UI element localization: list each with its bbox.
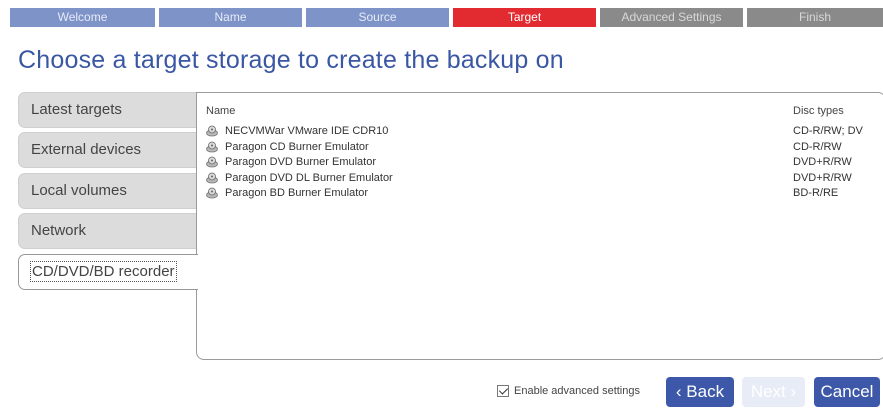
device-disc-types: DVD+R/RW (793, 156, 852, 168)
step-target: Target (453, 8, 596, 27)
tab-network[interactable]: Network (18, 213, 196, 249)
enable-advanced-settings-label: Enable advanced settings (514, 385, 640, 397)
tab-label: External devices (31, 141, 142, 158)
device-disc-types: BD-R/RE (793, 187, 839, 199)
cancel-button[interactable]: Cancel (814, 377, 880, 407)
device-name: Paragon DVD DL Burner Emulator (225, 171, 393, 184)
back-button[interactable]: ‹ Back (666, 377, 734, 407)
step-welcome: Welcome (10, 8, 155, 27)
list-item[interactable]: NECVMWar VMware IDE CDR10 CD-R/RW; DV... (197, 124, 883, 140)
device-list-panel: Name Disc types NECVMWar VMware IDE CDR1… (196, 92, 883, 360)
step-source: Source (306, 8, 449, 27)
tab-label: Latest targets (31, 101, 122, 118)
column-header-name[interactable]: Name (206, 105, 235, 117)
list-item[interactable]: Paragon CD Burner Emulator CD-R/RW (197, 140, 883, 156)
enable-advanced-settings-toggle[interactable]: Enable advanced settings (497, 385, 640, 397)
tab-external-devices[interactable]: External devices (18, 132, 196, 168)
tab-label: CD/DVD/BD recorder (30, 261, 177, 282)
device-name: Paragon DVD Burner Emulator (225, 156, 377, 168)
step-advanced-settings: Advanced Settings (600, 8, 743, 27)
column-header-disc-types[interactable]: Disc types (793, 105, 844, 117)
next-button[interactable]: Next › (742, 377, 805, 407)
enable-advanced-settings-checkbox[interactable] (497, 385, 509, 397)
tab-label: Network (31, 222, 87, 239)
tab-cd-dvd-bd-recorder[interactable]: CD/DVD/BD recorder (18, 254, 198, 290)
page-title: Choose a target storage to create the ba… (18, 46, 564, 74)
device-disc-types: CD-R/RW (793, 140, 842, 153)
list-item[interactable]: Paragon DVD Burner Emulator DVD+R/RW (197, 155, 883, 171)
list-item[interactable]: Paragon BD Burner Emulator BD-R/RE (197, 186, 883, 202)
tab-local-volumes[interactable]: Local volumes (18, 173, 196, 209)
tab-label: Local volumes (31, 182, 127, 199)
optical-drive-icon (206, 125, 218, 137)
device-name: NECVMWar VMware IDE CDR10 (225, 125, 389, 137)
device-disc-types: DVD+R/RW (793, 171, 852, 184)
list-header: Name Disc types (197, 93, 883, 121)
optical-drive-icon (206, 187, 218, 199)
device-list: NECVMWar VMware IDE CDR10 CD-R/RW; DV...… (197, 124, 883, 202)
step-finish: Finish (747, 8, 883, 27)
tab-latest-targets[interactable]: Latest targets (18, 92, 196, 128)
device-disc-types: CD-R/RW; DV... (793, 125, 863, 137)
wizard-step-bar: Welcome Name Source Target Advanced Sett… (10, 8, 883, 27)
optical-drive-icon (206, 172, 218, 183)
device-name: Paragon CD Burner Emulator (225, 140, 369, 153)
step-name: Name (159, 8, 302, 27)
device-name: Paragon BD Burner Emulator (225, 187, 369, 199)
optical-drive-icon (206, 156, 218, 168)
list-item[interactable]: Paragon DVD DL Burner Emulator DVD+R/RW (197, 171, 883, 187)
optical-drive-icon (206, 141, 218, 152)
